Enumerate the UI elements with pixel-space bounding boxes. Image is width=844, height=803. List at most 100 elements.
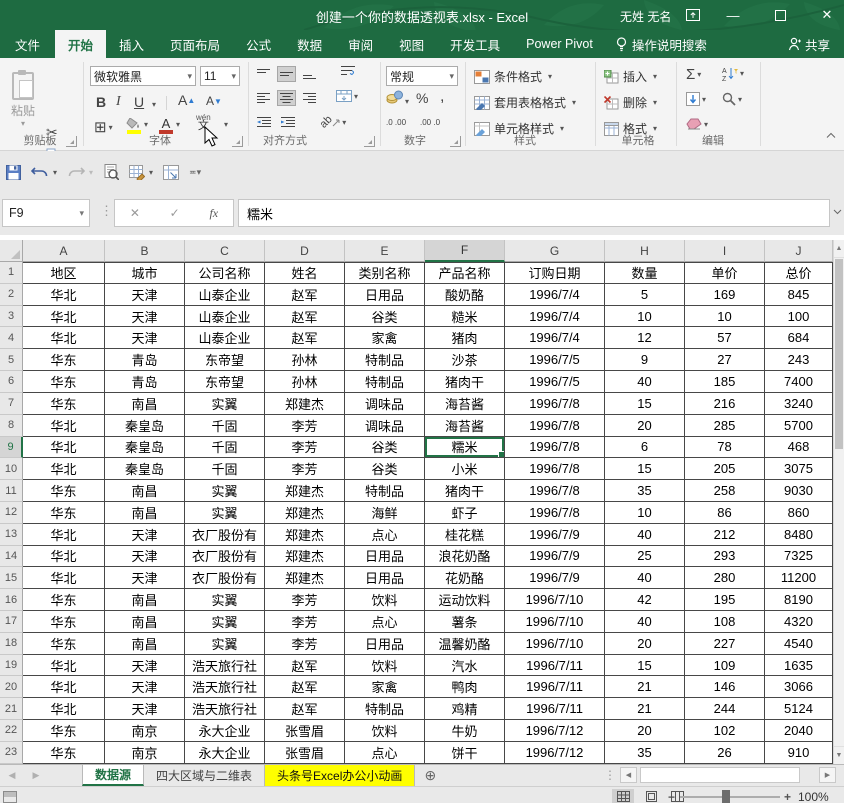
cell-G12[interactable]: 1996/7/8	[505, 501, 605, 524]
cell-E7[interactable]: 调味品	[345, 392, 425, 415]
cell-G21[interactable]: 1996/7/11	[505, 698, 605, 721]
tab-开发工具[interactable]: 开发工具	[437, 30, 513, 58]
horizontal-scrollbar[interactable]: ◀ ▶	[620, 767, 836, 784]
cell-D9[interactable]: 李芳	[265, 436, 345, 459]
cell-D4[interactable]: 赵军	[265, 327, 345, 350]
tab-数据[interactable]: 数据	[284, 30, 335, 58]
cell-E2[interactable]: 日用品	[345, 283, 425, 306]
cell-G6[interactable]: 1996/7/5	[505, 371, 605, 393]
cell-C20[interactable]: 浩天旅行社	[185, 676, 265, 699]
cell-C17[interactable]: 实翼	[185, 611, 265, 633]
cell-A4[interactable]: 华北	[23, 327, 105, 350]
cell-E19[interactable]: 饮料	[345, 654, 425, 677]
save-button[interactable]	[6, 164, 21, 180]
table-format-button[interactable]: ▾	[129, 164, 153, 180]
cell-D7[interactable]: 郑建杰	[265, 392, 345, 415]
share-button[interactable]: 共享	[774, 30, 844, 58]
cell-B17[interactable]: 南昌	[105, 611, 185, 633]
cell-D21[interactable]: 赵军	[265, 698, 345, 721]
cell-D23[interactable]: 张雪眉	[265, 741, 345, 764]
grow-font-button[interactable]: A ▲	[178, 92, 195, 108]
tab-开始[interactable]: 开始	[55, 30, 107, 58]
table-resize-button[interactable]	[163, 164, 180, 180]
cell-C9[interactable]: 千固	[185, 436, 265, 459]
increase-indent-icon[interactable]	[280, 116, 296, 128]
cell-C5[interactable]: 东帝望	[185, 349, 265, 372]
cell-D3[interactable]: 赵军	[265, 305, 345, 328]
cell-H5[interactable]: 9	[605, 349, 685, 372]
comma-style-button[interactable]: ,	[440, 88, 444, 106]
cell-A1[interactable]: 地区	[23, 262, 105, 284]
undo-button[interactable]: ▾	[31, 165, 57, 179]
cell-B5[interactable]: 青岛	[105, 349, 185, 372]
cell-H12[interactable]: 10	[605, 501, 685, 524]
decrease-decimal-button[interactable]: .00 .0	[420, 118, 440, 127]
sheet-nav-left-icon[interactable]: ◀	[0, 765, 24, 786]
qat-customize-button[interactable]: ≖▾	[189, 167, 201, 178]
cell-A15[interactable]: 华北	[23, 567, 105, 590]
cell-B6[interactable]: 青岛	[105, 371, 185, 393]
cell-B18[interactable]: 南昌	[105, 632, 185, 655]
cell-F14[interactable]: 浪花奶酪	[425, 545, 505, 568]
cell-J6[interactable]: 7400	[765, 371, 833, 393]
cell-H8[interactable]: 20	[605, 414, 685, 437]
cell-J22[interactable]: 2040	[765, 720, 833, 742]
cell-J2[interactable]: 845	[765, 283, 833, 306]
cell-A14[interactable]: 华北	[23, 545, 105, 568]
cell-H10[interactable]: 15	[605, 458, 685, 481]
close-button[interactable]: ✕	[810, 0, 844, 30]
cell-H11[interactable]: 35	[605, 480, 685, 502]
cell-D14[interactable]: 郑建杰	[265, 545, 345, 568]
cell-G10[interactable]: 1996/7/8	[505, 458, 605, 481]
cell-A16[interactable]: 华东	[23, 589, 105, 611]
cell-J13[interactable]: 8480	[765, 523, 833, 546]
cell-D18[interactable]: 李芳	[265, 632, 345, 655]
cell-I16[interactable]: 195	[685, 589, 765, 611]
cell-A8[interactable]: 华北	[23, 414, 105, 437]
insert-cells-button[interactable]: 插入 ▾	[604, 68, 657, 85]
cell-G8[interactable]: 1996/7/8	[505, 414, 605, 437]
cell-H1[interactable]: 数量	[605, 262, 685, 284]
cell-J16[interactable]: 8190	[765, 589, 833, 611]
cell-G11[interactable]: 1996/7/8	[505, 480, 605, 502]
row-header-21[interactable]: 21	[0, 698, 23, 721]
cell-E15[interactable]: 日用品	[345, 567, 425, 590]
cell-B15[interactable]: 天津	[105, 567, 185, 590]
cell-D11[interactable]: 郑建杰	[265, 480, 345, 502]
cell-G17[interactable]: 1996/7/10	[505, 611, 605, 633]
zoom-slider-track[interactable]	[680, 796, 780, 798]
cell-A2[interactable]: 华北	[23, 283, 105, 306]
new-sheet-button[interactable]: ⊕	[415, 765, 445, 786]
cell-H3[interactable]: 10	[605, 305, 685, 328]
cell-B20[interactable]: 天津	[105, 676, 185, 699]
cell-E12[interactable]: 海鲜	[345, 501, 425, 524]
row-header-20[interactable]: 20	[0, 676, 23, 699]
cell-D22[interactable]: 张雪眉	[265, 720, 345, 742]
cell-B21[interactable]: 天津	[105, 698, 185, 721]
cell-H19[interactable]: 15	[605, 654, 685, 677]
macro-record-icon[interactable]	[3, 791, 17, 803]
cell-F13[interactable]: 桂花糕	[425, 523, 505, 546]
cell-J3[interactable]: 100	[765, 305, 833, 328]
cell-F3[interactable]: 糙米	[425, 305, 505, 328]
conditional-formatting-button[interactable]: 条件格式 ▾	[474, 68, 552, 85]
cell-A13[interactable]: 华北	[23, 523, 105, 546]
fill-handle[interactable]	[498, 451, 504, 458]
cell-F8[interactable]: 海苔酱	[425, 414, 505, 437]
clear-button[interactable]: ▾	[686, 118, 708, 130]
cell-H14[interactable]: 25	[605, 545, 685, 568]
column-header-H[interactable]: H	[605, 240, 685, 262]
cell-A23[interactable]: 华东	[23, 741, 105, 764]
cell-G7[interactable]: 1996/7/8	[505, 392, 605, 415]
cell-E22[interactable]: 饮料	[345, 720, 425, 742]
cell-F5[interactable]: 沙茶	[425, 349, 505, 372]
cell-H16[interactable]: 42	[605, 589, 685, 611]
scroll-left-icon[interactable]: ◀	[620, 767, 637, 783]
cell-H17[interactable]: 40	[605, 611, 685, 633]
cell-I9[interactable]: 78	[685, 436, 765, 459]
cell-J11[interactable]: 9030	[765, 480, 833, 502]
cell-A11[interactable]: 华东	[23, 480, 105, 502]
cell-C8[interactable]: 千固	[185, 414, 265, 437]
cell-I23[interactable]: 26	[685, 741, 765, 764]
cell-A19[interactable]: 华北	[23, 654, 105, 677]
